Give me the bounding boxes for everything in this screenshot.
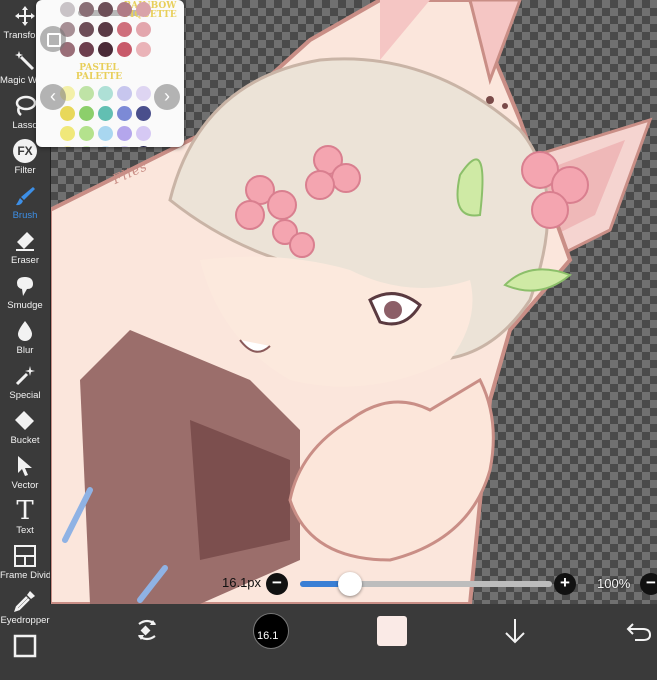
tool-blur[interactable]: Blur: [0, 315, 50, 360]
palette-swatch[interactable]: [136, 42, 151, 57]
palette-swatch[interactable]: [117, 22, 132, 37]
drop-icon: [18, 321, 32, 341]
palette-swatch[interactable]: [79, 106, 94, 121]
eraser-icon: [16, 232, 34, 251]
brush-size-decrease-button[interactable]: −: [266, 573, 288, 595]
brush-size-increase-button[interactable]: +: [554, 573, 576, 595]
sparkle-wand-icon: [15, 366, 35, 386]
tool-label: Special: [9, 390, 41, 401]
minus-icon: −: [646, 573, 656, 592]
text-t-icon: T: [16, 496, 34, 526]
palette-swatch[interactable]: [79, 2, 94, 17]
palette-swatch[interactable]: [136, 22, 151, 37]
palette-swatch[interactable]: [98, 146, 113, 147]
palette-swatch[interactable]: [136, 2, 151, 17]
palette-swatch[interactable]: [117, 42, 132, 57]
chevron-left-icon: ‹: [50, 86, 56, 106]
zoom-level: 100%: [597, 576, 631, 591]
palette-swatch[interactable]: [117, 2, 132, 17]
brush-icon: [16, 187, 35, 206]
square-icon: [47, 33, 61, 47]
palette-swatch[interactable]: [60, 2, 75, 17]
tool-frame-divider[interactable]: Frame Divider: [0, 540, 50, 585]
magic-wand-icon: [15, 51, 35, 71]
tool-label: Text: [16, 525, 34, 536]
chevron-right-icon: ›: [164, 86, 170, 106]
palette-swatch[interactable]: [98, 106, 113, 121]
tool-vector[interactable]: Vector: [0, 450, 50, 495]
palette-swatch[interactable]: [136, 146, 151, 147]
palette-swatch[interactable]: [79, 86, 94, 101]
palette-swatch[interactable]: [117, 86, 132, 101]
palette-swatch[interactable]: [117, 106, 132, 121]
fx-icon: FX: [13, 139, 37, 163]
tool-label: Brush: [12, 210, 38, 221]
palette-title-pastel: PASTEL PALETTE: [75, 63, 123, 82]
zoom-decrease-button[interactable]: −: [640, 573, 657, 595]
brush-size-indicator-text: 16.1: [257, 630, 279, 642]
palette-prev-button[interactable]: ‹: [40, 84, 66, 110]
tool-bucket[interactable]: Bucket: [0, 405, 50, 450]
tool-label: Smudge: [7, 300, 43, 311]
color-square[interactable]: [377, 616, 407, 646]
tool-eyedropper[interactable]: Eyedropper: [0, 585, 50, 630]
palette-swatch[interactable]: [60, 126, 75, 141]
move-arrows-icon: [15, 6, 35, 26]
palette-swatch[interactable]: [79, 22, 94, 37]
palette-swatch[interactable]: [136, 126, 151, 141]
palette-layout-button[interactable]: [40, 26, 66, 52]
eyedropper-icon: [14, 591, 35, 612]
palette-swatch[interactable]: [136, 86, 151, 101]
tool-label: Filter: [14, 165, 36, 176]
smudge-icon: [17, 277, 33, 296]
palette-swatch[interactable]: [60, 106, 75, 121]
palette-swatch[interactable]: [136, 106, 151, 121]
palette-swatch[interactable]: [98, 2, 113, 17]
palette-swatch[interactable]: [117, 126, 132, 141]
tool-label: Blur: [16, 345, 34, 356]
tool-canvas[interactable]: [0, 630, 50, 675]
color-palette-panel[interactable]: RAINBOW PIQUETTE PASTEL PALETTE ‹ ›: [36, 0, 184, 147]
brush-size-indicator[interactable]: 16.1: [253, 613, 289, 649]
palette-swatch[interactable]: [79, 42, 94, 57]
palette-swatch[interactable]: [98, 86, 113, 101]
palette-swatch[interactable]: [98, 126, 113, 141]
palette-swatch[interactable]: [98, 22, 113, 37]
cursor-arrow-icon: [18, 456, 32, 476]
palette-swatch[interactable]: [79, 126, 94, 141]
tool-label: Frame Divider: [0, 570, 50, 581]
bucket-icon: [15, 411, 34, 430]
canvas-square-icon: [13, 634, 37, 658]
download-arrow-icon[interactable]: [502, 616, 528, 646]
tool-smudge[interactable]: Smudge: [0, 270, 50, 315]
lasso-icon: [15, 95, 37, 116]
plus-icon: +: [560, 573, 570, 592]
tool-brush[interactable]: Brush: [0, 180, 50, 225]
brush-size-value: 16.1px: [222, 575, 262, 590]
tool-label: Vector: [11, 480, 39, 491]
tool-eraser[interactable]: Eraser: [0, 225, 50, 270]
palette-swatch[interactable]: [117, 146, 132, 147]
tool-text[interactable]: T Text: [0, 495, 50, 540]
swap-colors-icon[interactable]: [133, 616, 161, 644]
frame-divider-icon: [14, 545, 36, 567]
tool-label: Eyedropper: [0, 615, 50, 626]
tool-label: Bucket: [10, 435, 40, 446]
palette-swatch[interactable]: [79, 146, 94, 147]
tool-special[interactable]: Special: [0, 360, 50, 405]
tool-label: Eraser: [11, 255, 39, 266]
undo-icon[interactable]: [625, 618, 653, 644]
palette-swatch[interactable]: [98, 42, 113, 57]
palette-next-button[interactable]: ›: [154, 84, 180, 110]
palette-swatch[interactable]: [60, 146, 75, 147]
minus-icon: −: [272, 573, 282, 592]
